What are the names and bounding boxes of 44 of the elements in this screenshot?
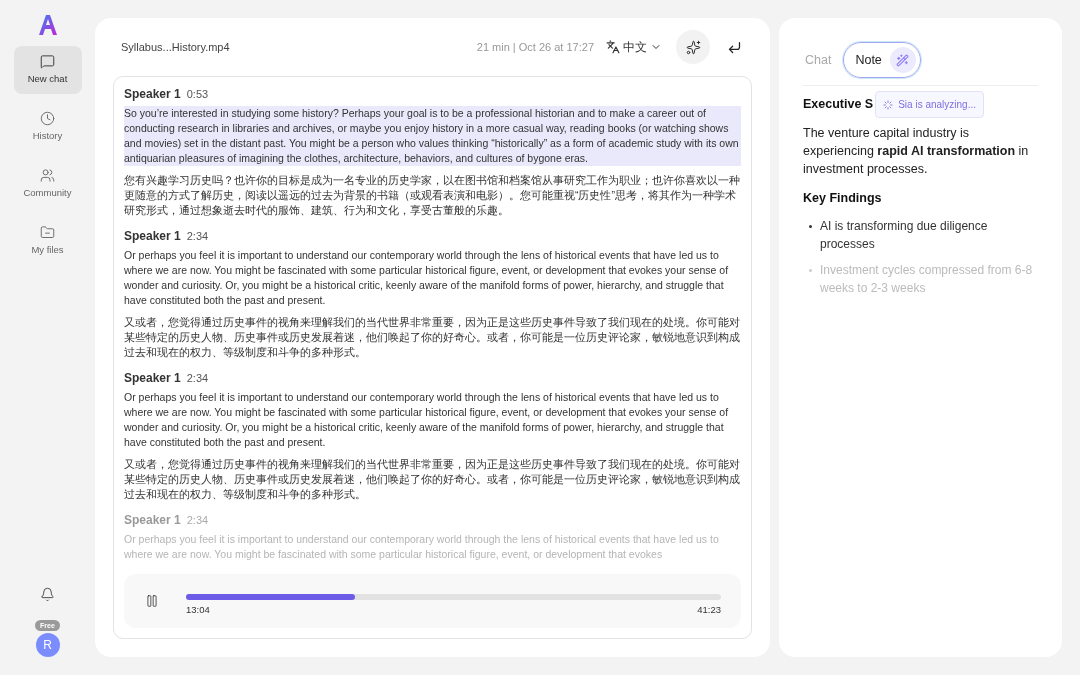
file-name: Syllabus...History.mp4 [121, 39, 230, 55]
logo-icon [36, 14, 59, 36]
speaker-name: Speaker 1 [124, 228, 181, 245]
timestamp: 2:34 [186, 513, 209, 528]
summary-text: The venture capital industry is experiencing rapid AI transformation in investment processes. [803, 125, 1030, 178]
section-heading: Key Findings [803, 190, 883, 207]
translation-text: 又或者，您觉得通过历史事件的视角来理解我们的当代世界非常重要，因为正是这些历史事件导致了我们现在的处境。你可能对某些特定的历史人物、历史事件或历史发展着迷，他们唤起了你的好奇心。或者，你可能是一位历史评论家，敏锐地意识到构成过去和现在的权力、等级制度和斗争的多种形式。 [124, 315, 741, 360]
pause-icon [145, 594, 159, 608]
magic-wand-icon [889, 47, 916, 73]
sidebar-item[interactable]: New chat [13, 46, 82, 94]
translation-text: 您有兴趣学习历史吗？也许你的目标是成为一名专业的历史学家，以在图书馆和档案馆从事研究工作为职业；也许你喜欢以一种更随意的方式了解历史，阅读以遥远的过去为背景的书籍（或观看表演和电影）。您可能重视“历史性”思考，将其作为一种学术研究形式，通过想象逝去时代的服饰、建筑、行为和文化，享受古董般的乐趣。 [124, 173, 741, 218]
language-dropdown[interactable]: 中文 [606, 38, 662, 56]
file-meta: 21 min | Oct 26 at 17:27 [476, 39, 594, 55]
transcript-text: So you’re interested in studying some history? Perhaps your goal is to be a professional historian and to make a career out of conducting research in libraries and archives, or maybe you enjoy history in a more casual way, reading books (or watching shows and movies) set in the distant past. You might be a person who values thinking “historically” as a form of academic study with its own antiquarian pleasures of imagining the clothes, architecture, behaviors, and cultures of bygone eras. [124, 106, 741, 166]
translation-text: 又或者，您觉得通过历史事件的视角来理解我们的当代世界非常重要，因为正是这些历史事件导致了我们现在的处境。你可能对某些特定的历史人物、历史事件或历史发展着迷，他们唤起了你的好奇心。或者，你可能是一位历史评论家，敏锐地意识到构成过去和现在的权力、等级制度和斗争的多种形式。 [124, 457, 741, 502]
transcript-text: Or perhaps you feel it is important to understand our contemporary world through the lens of historical events that have led us to where we are now. You might be fascinated with some particular historical figure, event, or development that evokes [124, 532, 720, 562]
transcript-text: Or perhaps you feel it is important to understand our contemporary world through the lens of historical events that have led us to where we are now. You might be fascinated with some particular historical figure, event, or development that evokes your sense of wonder and curiosity. Or, you might be a historical critic, keenly aware of the manifold forms of power, hierarchy, and struggle that have constituted both the past and present. [124, 390, 730, 450]
users-icon [40, 167, 55, 183]
timestamp: 0:53 [186, 87, 209, 102]
notification-icon[interactable] [40, 587, 55, 602]
finding-text: AI is transforming due diligence processes [820, 217, 989, 253]
progress-track[interactable] [186, 594, 721, 601]
elapsed-time: 13:04 [186, 603, 210, 618]
bullet-icon [809, 268, 812, 272]
spinner-icon [883, 99, 894, 110]
sparkle-icon [685, 39, 701, 55]
avatar[interactable]: R [35, 633, 60, 657]
transcript-text: Or perhaps you feel it is important to understand our contemporary world through the lens of historical events that have led us to where we are now. You might be fascinated with some particular historical figure, event, or development that evokes your sense of wonder and curiosity. Or, you might be a historical critic, keenly aware of the manifold forms of power, hierarchy, and struggle that have constituted both the past and present. [124, 248, 730, 308]
assistant-button[interactable] [676, 30, 710, 64]
speaker-name: Speaker 1 [124, 86, 181, 103]
speaker-name: Speaker 1 [124, 512, 181, 529]
status-chip: Sia is analyzing... [875, 91, 984, 118]
speaker-name: Speaker 1 [124, 370, 181, 387]
section-heading: Executive S [803, 96, 874, 114]
finding-text: Investment cycles compressed from 6-8 weeks to 2-3 weeks [820, 261, 1034, 297]
history-icon [40, 110, 55, 126]
translate-icon [606, 40, 620, 54]
return-icon [726, 39, 742, 55]
chat-icon [40, 53, 55, 69]
timestamp: 2:34 [186, 371, 209, 386]
bullet-icon [809, 224, 812, 228]
folder-icon [40, 224, 55, 240]
total-time: 41:23 [697, 603, 721, 618]
timestamp: 2:34 [186, 229, 209, 244]
